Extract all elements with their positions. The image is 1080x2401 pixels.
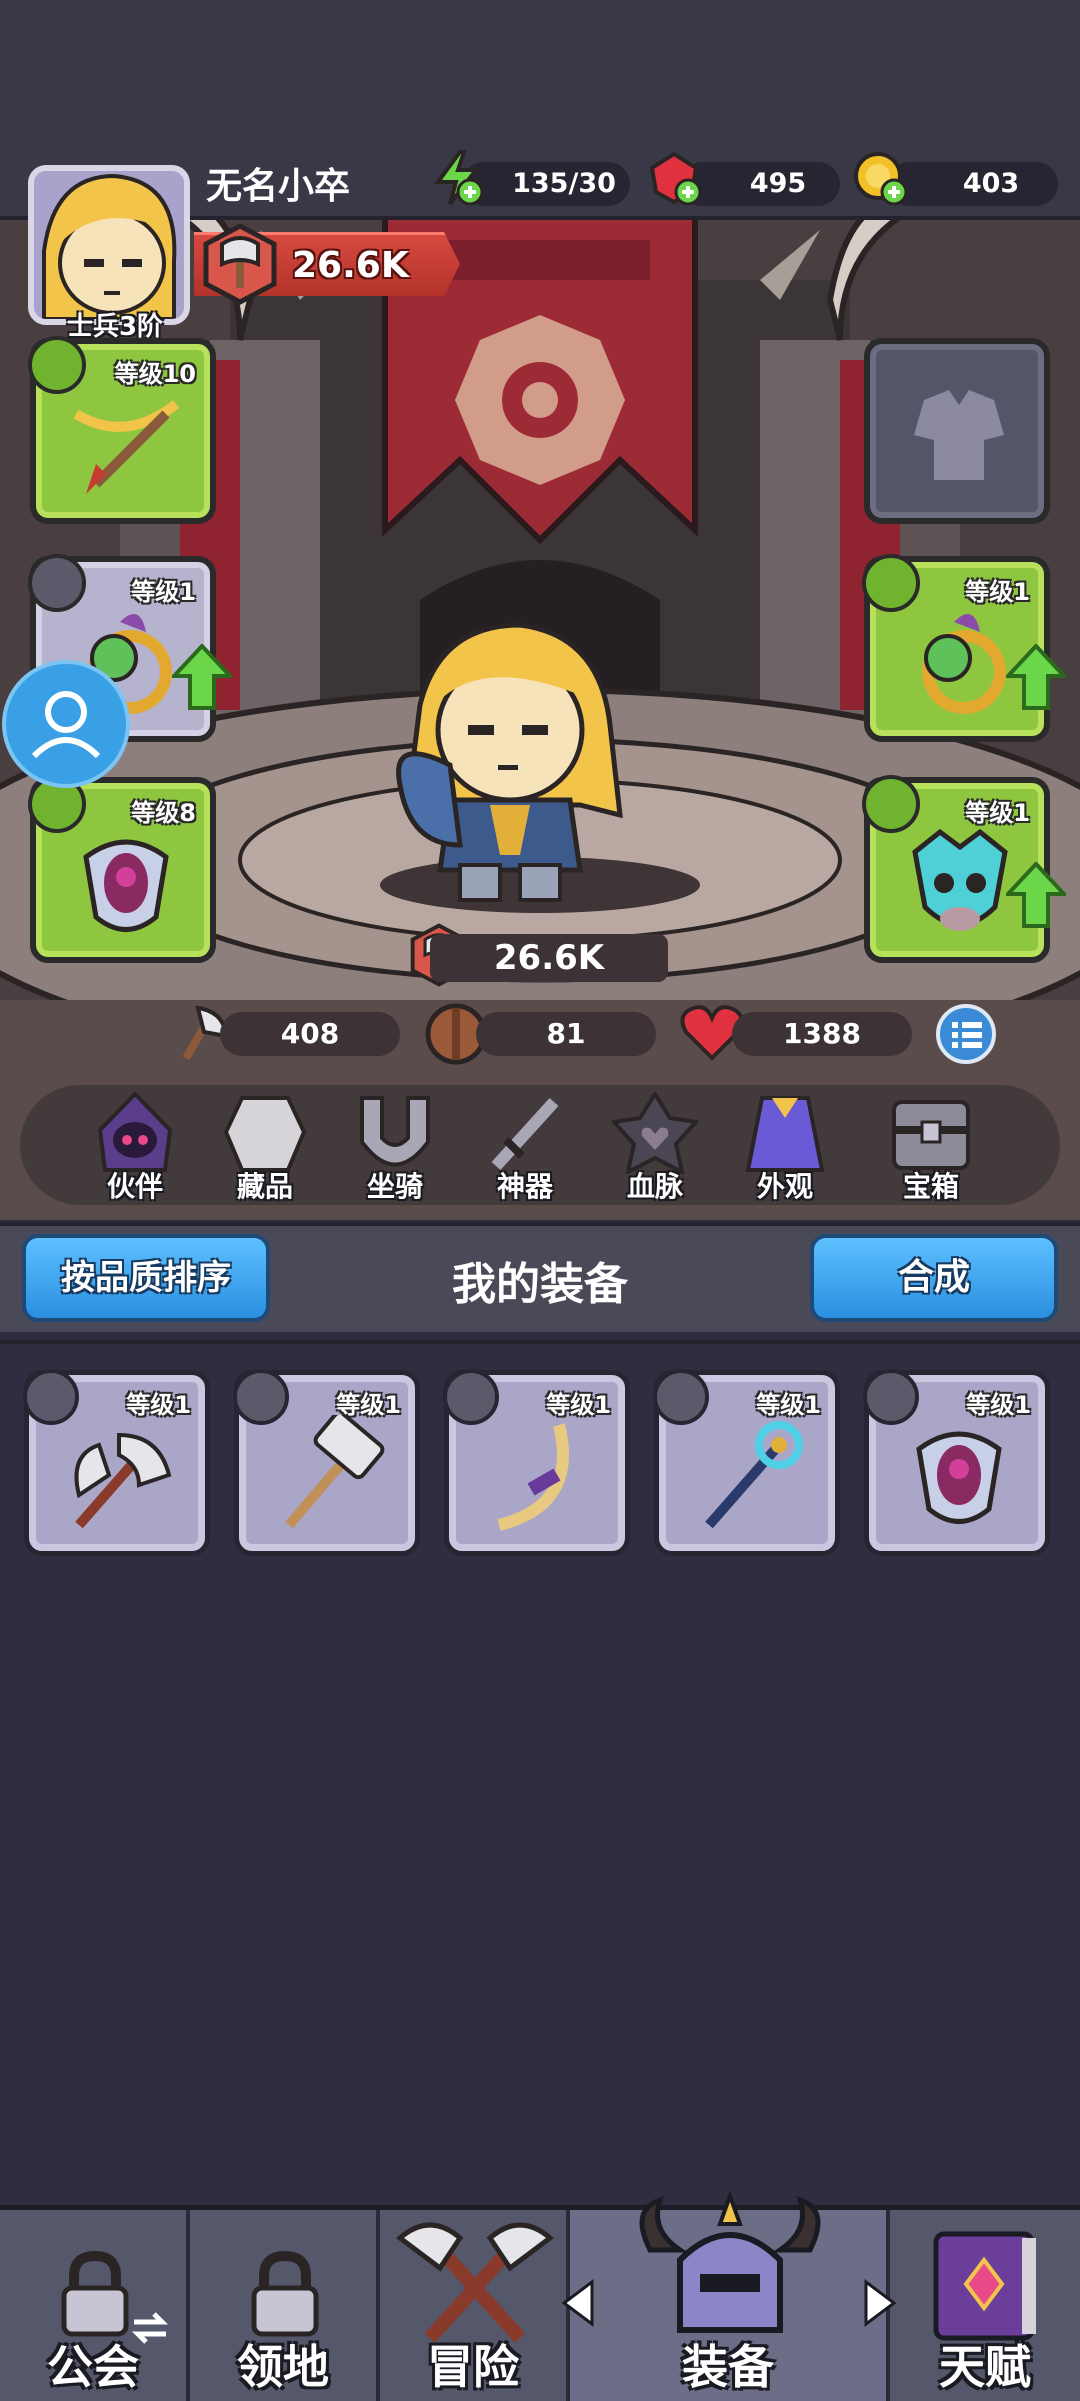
bloodline-emblem-icon — [612, 1092, 698, 1174]
nav-label: 冒险 — [427, 2340, 519, 2394]
nav-label: 装备 — [682, 2340, 774, 2394]
sort-by-quality-button[interactable]: 按品质排序 — [22, 1234, 270, 1322]
attack-stat: 408 — [220, 1012, 400, 1056]
hero-area: 士兵3阶 无名小卒 26.6K 135/30 495 403 等级10 等级1 … — [0, 0, 1080, 1220]
upgrade-arrow-icon[interactable] — [172, 644, 232, 710]
upgrade-arrow-icon[interactable] — [1006, 862, 1066, 928]
ring-icon — [922, 614, 1006, 714]
coin-counter: 403 — [888, 162, 1058, 206]
user-icon — [31, 691, 101, 759]
nav-talent[interactable]: 天赋 — [890, 2210, 1080, 2401]
hero-power: 26.6K — [430, 934, 668, 982]
menu-label: 伙伴 — [106, 1170, 163, 1203]
nav-adventure[interactable]: 冒险 — [380, 2210, 570, 2401]
hammer-icon — [285, 1415, 385, 1529]
mask-icon — [912, 828, 1008, 931]
nav-label: 天赋 — [939, 2340, 1031, 2394]
armor-slot[interactable] — [864, 338, 1050, 524]
nav-guild[interactable]: 公会 — [0, 2210, 190, 2401]
merge-button[interactable]: 合成 — [810, 1234, 1058, 1322]
necklace-badge-icon — [862, 775, 920, 833]
necklace-badge-icon — [863, 1369, 919, 1425]
spellbook-icon — [933, 2231, 1036, 2341]
menu-bloodline[interactable]: 血脉 — [600, 1090, 710, 1205]
energy-add-icon[interactable] — [430, 150, 486, 206]
lock-icon — [61, 2250, 129, 2337]
weapon-slot[interactable]: 等级10 — [28, 336, 216, 524]
menu-label: 藏品 — [236, 1170, 293, 1203]
axe-icon — [74, 1432, 172, 1529]
menu-companion[interactable]: 伙伴 — [80, 1090, 190, 1205]
stats-list-icon[interactable] — [934, 1002, 998, 1066]
upgrade-arrow-icon[interactable] — [1006, 644, 1066, 710]
treasure-chest-icon — [892, 1100, 970, 1170]
cape-appearance-icon — [745, 1096, 825, 1172]
hp-value: 1388 — [783, 1017, 861, 1050]
slot-level: 等级8 — [131, 799, 196, 827]
defense-value: 81 — [546, 1017, 586, 1050]
attack-value: 408 — [280, 1017, 340, 1050]
necklace-slot-left[interactable]: 等级8 — [28, 775, 216, 963]
stone-collection-icon — [223, 1096, 307, 1172]
menu-label: 血脉 — [626, 1170, 683, 1203]
nav-territory[interactable]: 领地 — [190, 2210, 380, 2401]
gem-value: 495 — [749, 168, 807, 199]
nav-equipment[interactable]: 装备 — [570, 2190, 890, 2401]
gem-add-icon[interactable] — [646, 150, 702, 206]
menu-artifact[interactable]: 神器 — [470, 1090, 580, 1205]
game-screen: { "player": { "name": "无名小卒", "rank": "士… — [0, 0, 1080, 2401]
crossed-axes-icon — [396, 2222, 554, 2343]
equipment-title: 我的装备 — [452, 1259, 628, 1310]
slot-level: 等级1 — [965, 799, 1030, 827]
inventory-item[interactable]: 等级1 — [443, 1369, 630, 1556]
menu-appearance[interactable]: 外观 — [730, 1090, 840, 1205]
hp-stat: 1388 — [732, 1012, 912, 1056]
chevron-left-icon[interactable] — [560, 2278, 596, 2328]
menu-label: 坐骑 — [366, 1170, 423, 1203]
menu-mount[interactable]: 坐骑 — [340, 1090, 450, 1205]
defense-stat: 81 — [476, 1012, 656, 1056]
power-axe-icon — [203, 223, 277, 305]
item-level: 等级1 — [966, 1391, 1031, 1419]
nav-label: 领地 — [237, 2340, 329, 2394]
bow-icon — [497, 1423, 569, 1531]
staff-icon — [705, 1421, 803, 1529]
nav-label: 公会 — [47, 2340, 139, 2394]
helmet-icon — [639, 2190, 821, 2333]
floating-profile-button[interactable] — [2, 660, 130, 788]
menu-collection[interactable]: 藏品 — [210, 1090, 320, 1205]
player-name: 无名小卒 — [206, 166, 351, 207]
gem-counter: 495 — [680, 162, 840, 206]
menu-label: 外观 — [756, 1170, 813, 1203]
crossbow-icon — [73, 400, 180, 494]
artifact-sword-icon — [491, 1097, 559, 1171]
coin-add-icon[interactable] — [852, 150, 908, 206]
inventory-item[interactable]: 等级1 — [233, 1369, 420, 1556]
player-avatar[interactable] — [28, 165, 190, 325]
pendant-icon — [916, 1431, 1002, 1524]
energy-value: 135/30 — [512, 168, 616, 199]
pendant-icon — [83, 839, 169, 932]
hooded-companion-icon — [97, 1091, 173, 1172]
power-value: 26.6K — [292, 245, 409, 286]
avatar-portrait-icon — [34, 171, 184, 319]
chevron-right-icon[interactable] — [862, 2278, 898, 2328]
hero-character[interactable] — [380, 615, 640, 905]
inventory-item[interactable]: 等级1 — [863, 1369, 1050, 1556]
horseshoe-mount-icon — [360, 1096, 430, 1167]
coin-value: 403 — [962, 168, 1020, 199]
menu-label: 神器 — [496, 1170, 553, 1203]
lock-icon — [251, 2250, 319, 2337]
energy-counter: 135/30 — [462, 162, 630, 206]
inventory-item[interactable]: 等级1 — [653, 1369, 840, 1556]
menu-label: 宝箱 — [902, 1170, 959, 1203]
menu-chest[interactable]: 宝箱 — [876, 1090, 986, 1205]
inventory-item[interactable]: 等级1 — [23, 1369, 210, 1556]
armor-placeholder-icon — [914, 390, 1004, 480]
